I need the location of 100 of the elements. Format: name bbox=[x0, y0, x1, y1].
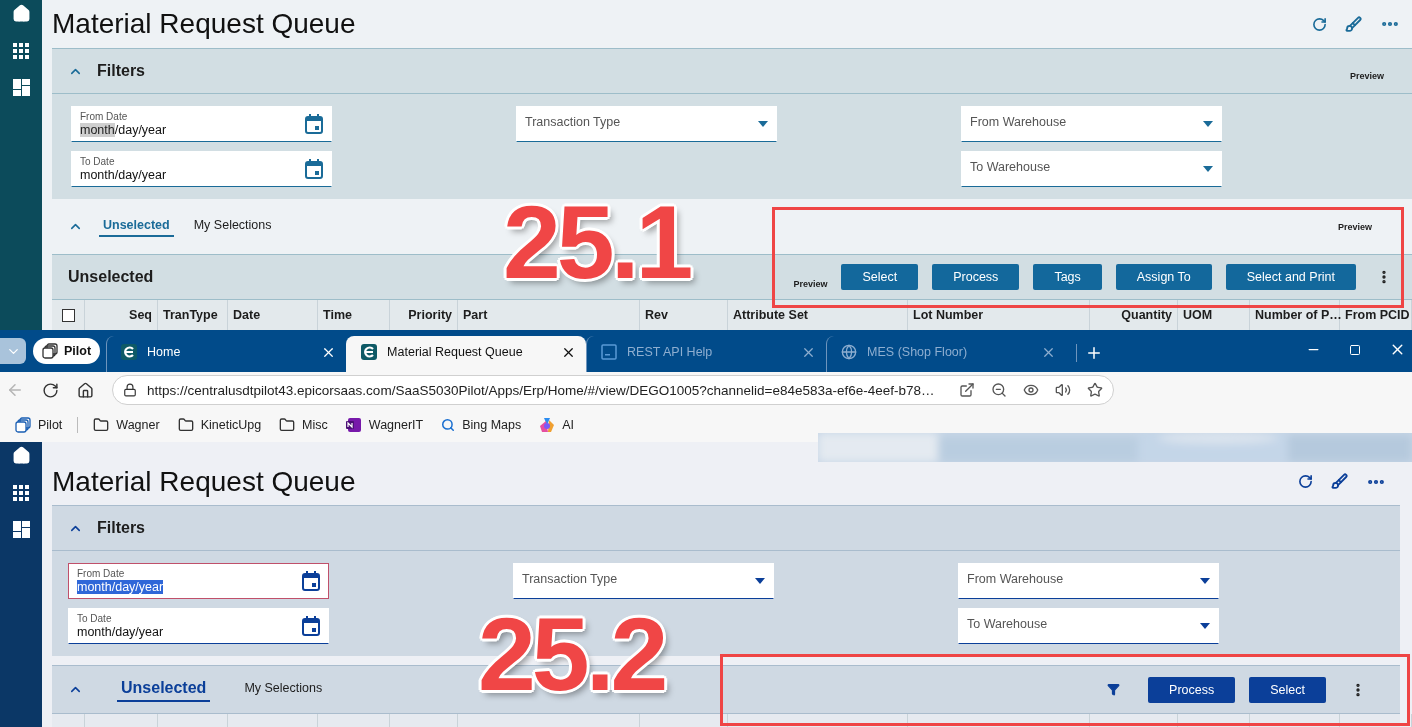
tab[interactable]: My Selections bbox=[240, 679, 327, 700]
dashboard-icon[interactable] bbox=[12, 79, 30, 96]
url-text: https://centralusdtpilot43.epicorsaas.com/SaaS5030Pilot/Apps/Erp/Home/#/view/DEGO1005?channelid=e84e583a-ef6e-4eef-b78… bbox=[147, 382, 936, 398]
tab-list-button[interactable] bbox=[0, 338, 26, 364]
address-field[interactable]: https://centralusdtpilot43.epicorsaas.com/SaaS5030Pilot/Apps/Erp/Home/#/view/DEGO1005?channelid=e84e583a-ef6e-4eef-b78… bbox=[112, 375, 1114, 405]
field-label: From Warehouse bbox=[970, 115, 1067, 129]
app-logo-icon bbox=[361, 344, 378, 360]
bookmark[interactable]: Misc bbox=[270, 417, 337, 433]
field-value: month/day/year bbox=[80, 122, 167, 138]
caret-icon[interactable] bbox=[1200, 578, 1210, 584]
field-value: month/day/year bbox=[77, 624, 164, 640]
home-icon[interactable] bbox=[11, 446, 31, 465]
lock-icon bbox=[123, 383, 137, 397]
section-title: Filters bbox=[97, 519, 145, 537]
field-label: From Date bbox=[80, 110, 129, 123]
folder-icon bbox=[279, 417, 296, 433]
preview-label: Preview bbox=[793, 279, 828, 291]
caret-icon[interactable] bbox=[1200, 623, 1210, 629]
dropdown-field[interactable]: To Warehouse bbox=[961, 151, 1222, 187]
window-icon bbox=[601, 344, 618, 360]
dropdown-field[interactable]: Transaction Type bbox=[516, 106, 777, 142]
star-icon[interactable] bbox=[1087, 382, 1103, 398]
date-field[interactable]: From Date month/day/year bbox=[71, 106, 332, 142]
calendar-icon[interactable] bbox=[302, 571, 320, 591]
tab[interactable]: Unselected bbox=[117, 677, 211, 702]
page-title: Material Request Queue bbox=[52, 8, 356, 40]
preview-label: Preview bbox=[1349, 71, 1385, 83]
action-button[interactable]: Assign To bbox=[1115, 264, 1212, 290]
calendar-icon[interactable] bbox=[302, 616, 320, 636]
caret-icon[interactable] bbox=[1203, 166, 1213, 172]
folder-icon bbox=[93, 417, 110, 433]
caret-icon[interactable] bbox=[1203, 121, 1213, 127]
bookmark[interactable]: Pilot bbox=[6, 417, 72, 433]
refresh-icon[interactable] bbox=[1312, 16, 1327, 32]
field-label: To Warehouse bbox=[970, 160, 1051, 174]
version-label: 25.2 bbox=[478, 602, 665, 706]
speaker-icon[interactable] bbox=[1055, 382, 1071, 398]
home-icon[interactable] bbox=[77, 381, 94, 399]
calendar-icon[interactable] bbox=[305, 159, 323, 179]
search-icon bbox=[441, 418, 456, 432]
date-field[interactable]: To Date month/day/year bbox=[71, 151, 332, 187]
refresh-icon[interactable] bbox=[1298, 474, 1313, 489]
field-label: To Warehouse bbox=[967, 617, 1048, 631]
grid-title: Unselected bbox=[68, 268, 154, 286]
field-label: Transaction Type bbox=[522, 572, 618, 586]
maximize-icon[interactable] bbox=[1349, 343, 1361, 356]
assistant-icon bbox=[539, 417, 556, 433]
action-button[interactable]: Tags bbox=[1033, 264, 1102, 290]
bookmark[interactable]: Wagner bbox=[84, 417, 169, 433]
preview-label: Preview bbox=[1337, 221, 1373, 232]
tab[interactable]: Unselected bbox=[99, 216, 174, 237]
action-button[interactable]: Process bbox=[1148, 676, 1236, 703]
folder-icon bbox=[177, 417, 194, 433]
brush-icon[interactable] bbox=[1331, 473, 1348, 490]
field-value: month/day/year bbox=[80, 167, 167, 183]
zoom-out-icon[interactable] bbox=[991, 382, 1007, 398]
globe-icon bbox=[841, 344, 858, 360]
page-title: Material Request Queue bbox=[52, 465, 356, 498]
dropdown-field[interactable]: From Warehouse bbox=[958, 563, 1219, 599]
dropdown-field[interactable]: From Warehouse bbox=[961, 106, 1222, 142]
reload-icon[interactable] bbox=[42, 381, 59, 399]
profile-button[interactable]: Pilot bbox=[33, 338, 101, 364]
action-button[interactable]: Select and Print bbox=[1225, 264, 1356, 290]
field-label: To Date bbox=[77, 612, 113, 625]
stacked-squares-icon bbox=[15, 417, 31, 433]
brush-icon[interactable] bbox=[1345, 15, 1362, 33]
action-button[interactable]: Select bbox=[841, 264, 919, 290]
date-field[interactable]: To Date month/day/year bbox=[68, 608, 329, 644]
apps-icon[interactable] bbox=[13, 485, 29, 501]
apps-icon[interactable] bbox=[13, 43, 29, 59]
dropdown-field[interactable]: Transaction Type bbox=[513, 563, 774, 599]
field-label: Transaction Type bbox=[525, 115, 621, 129]
notebook-icon bbox=[345, 417, 362, 433]
open-external-icon[interactable] bbox=[959, 382, 975, 398]
caret-icon[interactable] bbox=[755, 578, 765, 584]
home-icon[interactable] bbox=[11, 4, 31, 23]
field-value: month/day/year bbox=[77, 579, 164, 595]
version-label: 25.1 bbox=[503, 190, 690, 294]
bookmark[interactable]: KineticUpg bbox=[168, 417, 271, 433]
dashboard-icon[interactable] bbox=[12, 521, 30, 538]
browser-tab[interactable]: Material Request Queue bbox=[346, 336, 587, 372]
section-title: Filters bbox=[97, 62, 145, 80]
select-all-checkbox[interactable] bbox=[61, 308, 75, 322]
bookmark[interactable]: AI bbox=[530, 417, 584, 433]
filter-icon[interactable] bbox=[1107, 683, 1121, 696]
caret-icon[interactable] bbox=[758, 121, 768, 127]
field-label: From Date bbox=[77, 567, 126, 580]
action-button[interactable]: Select bbox=[1249, 676, 1326, 703]
tab[interactable]: My Selections bbox=[189, 216, 276, 237]
app-logo-icon bbox=[121, 344, 138, 360]
action-button[interactable]: Process bbox=[932, 264, 1020, 290]
field-label: To Date bbox=[80, 155, 116, 168]
date-field[interactable]: From Date month/day/year bbox=[68, 563, 329, 599]
eye-icon[interactable] bbox=[1023, 382, 1039, 398]
bookmark[interactable]: Bing Maps bbox=[432, 418, 531, 432]
stacked-squares-icon bbox=[42, 343, 58, 359]
bookmark[interactable]: WagnerIT bbox=[336, 417, 433, 433]
field-label: From Warehouse bbox=[967, 572, 1064, 586]
dropdown-field[interactable]: To Warehouse bbox=[958, 608, 1219, 644]
calendar-icon[interactable] bbox=[305, 114, 323, 134]
